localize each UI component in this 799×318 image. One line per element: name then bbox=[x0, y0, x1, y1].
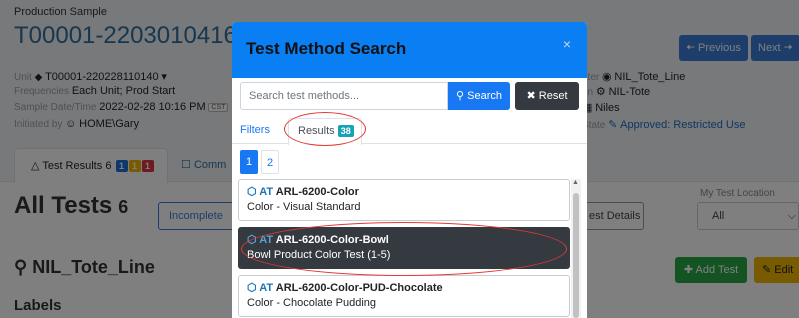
result-description: Color - Chocolate Pudding bbox=[247, 297, 377, 309]
result-title: ⬡ AT ARL-6200-Color bbox=[247, 185, 569, 198]
reset-button[interactable]: ✖ Reset bbox=[515, 82, 579, 110]
result-item[interactable]: ⬡ AT ARL-6200-Color Color - Visual Stand… bbox=[238, 179, 570, 221]
reset-label: Reset bbox=[538, 90, 568, 102]
result-title: ⬡ AT ARL-6200-Color-PUD-Chocolate bbox=[247, 281, 569, 294]
close-icon[interactable]: × bbox=[563, 36, 571, 52]
search-button[interactable]: ⚲ Search bbox=[448, 82, 510, 110]
highlight-ring-results-tab bbox=[284, 112, 366, 146]
result-item[interactable]: ⬡ AT ARL-6200-Color-PUD-Chocolate Color … bbox=[238, 275, 570, 317]
result-code: ARL-6200-Color bbox=[275, 186, 359, 198]
close-icon: ✖ bbox=[526, 90, 536, 102]
cube-icon: ⬡ bbox=[247, 186, 257, 198]
search-input[interactable] bbox=[240, 82, 448, 110]
result-prefix: AT bbox=[259, 186, 274, 198]
search-icon: ⚲ bbox=[456, 90, 465, 102]
search-label: Search bbox=[467, 90, 502, 102]
cube-icon: ⬡ bbox=[247, 282, 257, 294]
highlight-ring-selected-result bbox=[241, 222, 567, 276]
modal-title: Test Method Search bbox=[246, 39, 407, 58]
results-scrollbar[interactable]: ▲ bbox=[571, 179, 581, 318]
page-2-button[interactable]: 2 bbox=[261, 150, 279, 174]
result-code: ARL-6200-Color-PUD-Chocolate bbox=[275, 282, 443, 294]
scroll-up-arrow-icon[interactable]: ▲ bbox=[572, 179, 579, 186]
scrollbar-thumb[interactable] bbox=[573, 193, 579, 318]
result-prefix: AT bbox=[259, 282, 274, 294]
modal-header: Test Method Search × bbox=[232, 22, 587, 78]
tab-filters[interactable]: Filters bbox=[240, 124, 270, 136]
result-description: Color - Visual Standard bbox=[247, 201, 361, 213]
page-1-button[interactable]: 1 bbox=[240, 150, 258, 174]
